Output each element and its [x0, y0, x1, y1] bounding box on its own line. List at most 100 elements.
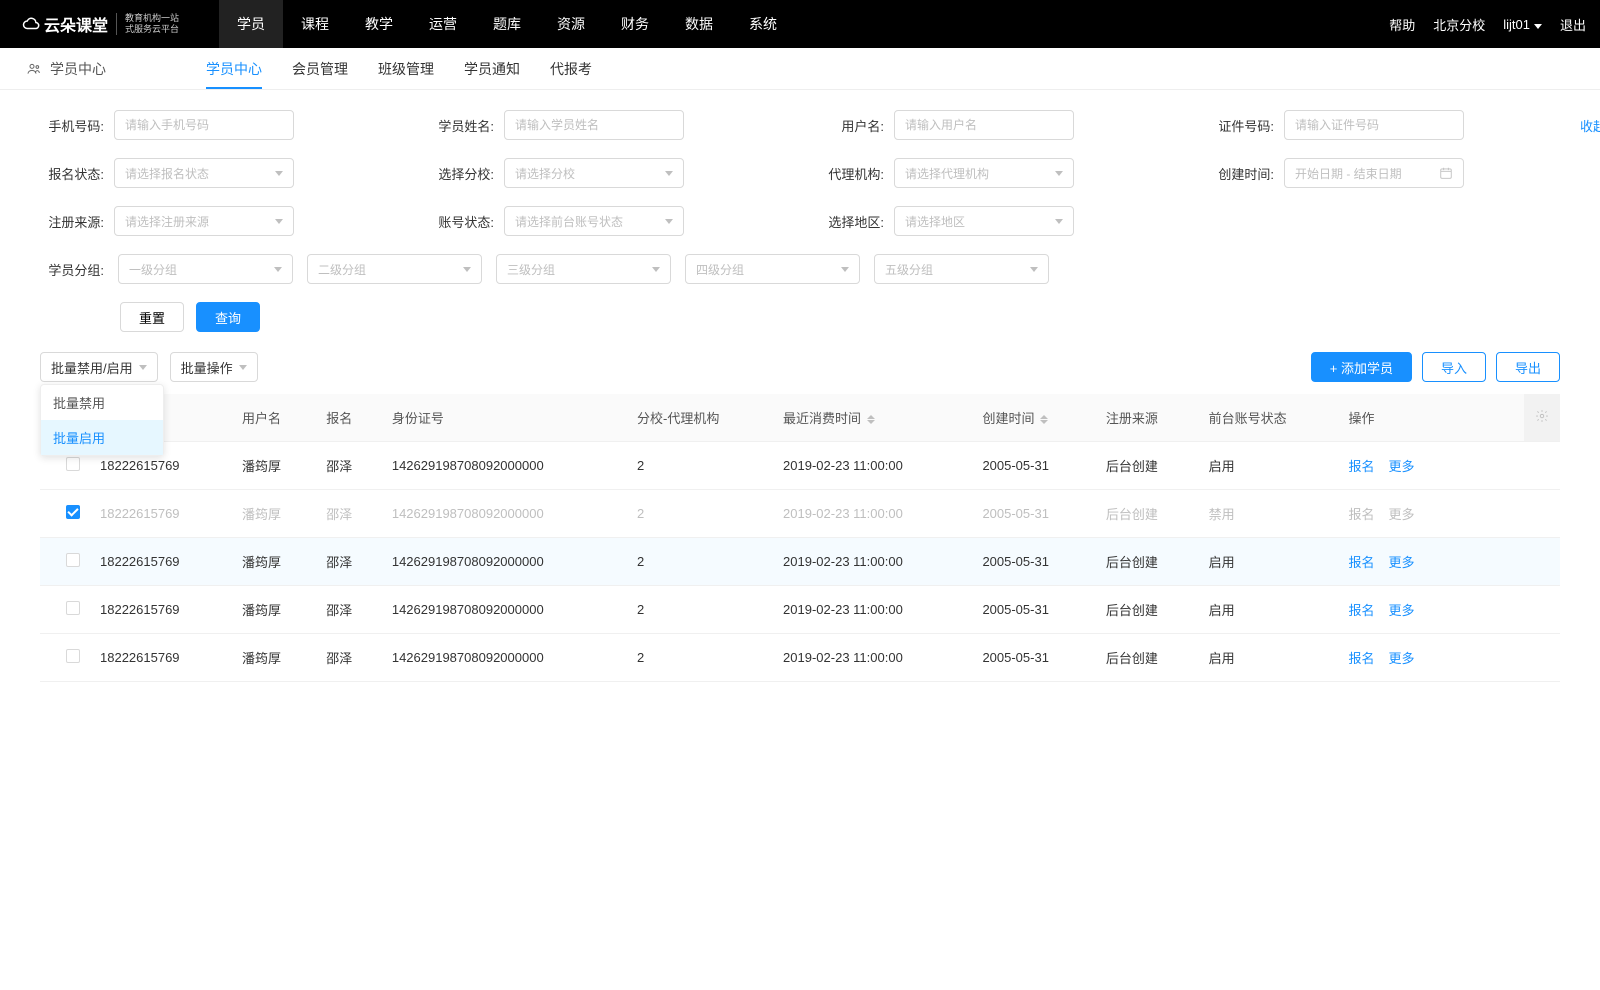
row-more-link[interactable]: 更多 [1388, 507, 1414, 522]
cell-ops: 报名更多 [1338, 442, 1524, 490]
row-checkbox[interactable] [66, 601, 80, 615]
nav-logout[interactable]: 退出 [1560, 15, 1586, 34]
branch-ph: 请选择分校 [515, 165, 575, 182]
enroll-select[interactable]: 请选择报名状态 [114, 158, 294, 188]
table-head: 手机号码 用户名 报名 身份证号 分校-代理机构 最近消费时间 创建时间 注册来… [40, 394, 1560, 442]
cell-branch: 2 [627, 490, 773, 538]
topnav-item-7[interactable]: 数据 [667, 0, 731, 48]
cell-ctime: 2005-05-31 [972, 634, 1095, 682]
branch-select[interactable]: 请选择分校 [504, 158, 684, 188]
chevron-down-icon [239, 365, 247, 370]
cell-status: 启用 [1199, 538, 1339, 586]
bulk-toggle-dropdown[interactable]: 批量禁用/启用 [40, 352, 158, 382]
cell-branch: 2 [627, 634, 773, 682]
nav-help[interactable]: 帮助 [1389, 15, 1415, 34]
group-select-1[interactable]: 一级分组 [118, 254, 293, 284]
subnav-tab-4[interactable]: 代报考 [550, 48, 592, 89]
topnav-item-8[interactable]: 系统 [731, 0, 795, 48]
ctime-datepicker[interactable]: 开始日期 - 结束日期 [1284, 158, 1464, 188]
group-select-5[interactable]: 五级分组 [874, 254, 1049, 284]
row-enroll-link[interactable]: 报名 [1348, 603, 1374, 618]
acct-select[interactable]: 请选择前台账号状态 [504, 206, 684, 236]
cell-branch: 2 [627, 442, 773, 490]
row-checkbox[interactable] [66, 553, 80, 567]
row-more-link[interactable]: 更多 [1388, 651, 1414, 666]
cell-user: 潘筠厚 [232, 490, 316, 538]
topnav-item-5[interactable]: 资源 [539, 0, 603, 48]
row-enroll-link[interactable]: 报名 [1348, 507, 1374, 522]
bulk-ops-dropdown[interactable]: 批量操作 [170, 352, 258, 382]
group-select-2[interactable]: 二级分组 [307, 254, 482, 284]
topnav-item-0[interactable]: 学员 [219, 0, 283, 48]
row-enroll-link[interactable]: 报名 [1348, 555, 1374, 570]
topnav-item-1[interactable]: 课程 [283, 0, 347, 48]
reg-select[interactable]: 请选择注册来源 [114, 206, 294, 236]
col-last-label: 最近消费时间 [783, 411, 861, 426]
import-button[interactable]: 导入 [1422, 352, 1486, 382]
table-toolbar: 批量禁用/启用 批量操作 批量禁用 批量启用 + 添加学员 导入 导出 [0, 348, 1600, 394]
bulk-toggle-label: 批量禁用/启用 [51, 358, 133, 377]
cell-enroll: 邵泽 [316, 490, 382, 538]
region-select[interactable]: 请选择地区 [894, 206, 1074, 236]
col-ctime[interactable]: 创建时间 [972, 394, 1095, 442]
menu-enable[interactable]: 批量启用 [41, 420, 163, 455]
subnav-tab-1[interactable]: 会员管理 [292, 48, 348, 89]
name-input[interactable] [504, 110, 684, 140]
col-branch[interactable]: 分校-代理机构 [627, 394, 773, 442]
filter-agency: 代理机构: 请选择代理机构 [820, 158, 1170, 188]
row-checkbox[interactable] [66, 457, 80, 471]
cell-src: 后台创建 [1096, 634, 1199, 682]
subnav-tab-2[interactable]: 班级管理 [378, 48, 434, 89]
reset-button[interactable]: 重置 [120, 302, 184, 332]
cell-ops: 报名更多 [1338, 490, 1524, 538]
filter-phone: 手机号码: [40, 110, 390, 140]
filter-enroll-label: 报名状态: [40, 164, 104, 183]
topnav-item-2[interactable]: 教学 [347, 0, 411, 48]
cell-id: 142629198708092000000 [382, 490, 627, 538]
row-checkbox[interactable] [66, 505, 80, 519]
col-user[interactable]: 用户名 [232, 394, 316, 442]
nav-user[interactable]: lijt01 [1503, 17, 1542, 32]
query-button[interactable]: 查询 [196, 302, 260, 332]
cell-status: 启用 [1199, 586, 1339, 634]
table-row: 18222615769潘筠厚邵泽142629198708092000000220… [40, 538, 1560, 586]
subnav-tab-3[interactable]: 学员通知 [464, 48, 520, 89]
row-enroll-link[interactable]: 报名 [1348, 651, 1374, 666]
idno-input[interactable] [1284, 110, 1464, 140]
topnav-item-4[interactable]: 题库 [475, 0, 539, 48]
col-enroll[interactable]: 报名 [316, 394, 382, 442]
row-more-link[interactable]: 更多 [1388, 555, 1414, 570]
row-enroll-link[interactable]: 报名 [1348, 459, 1374, 474]
agency-select[interactable]: 请选择代理机构 [894, 158, 1074, 188]
ctime-ph: 开始日期 - 结束日期 [1295, 165, 1402, 182]
filter-ctime-label: 创建时间: [1210, 164, 1274, 183]
nav-branch[interactable]: 北京分校 [1433, 15, 1485, 34]
cell-last: 2019-02-23 11:00:00 [773, 634, 972, 682]
menu-disable[interactable]: 批量禁用 [41, 385, 163, 420]
row-checkbox[interactable] [66, 649, 80, 663]
col-last[interactable]: 最近消费时间 [773, 394, 972, 442]
col-settings[interactable] [1524, 394, 1560, 442]
filter-branch: 选择分校: 请选择分校 [430, 158, 780, 188]
col-src[interactable]: 注册来源 [1096, 394, 1199, 442]
filter-enroll: 报名状态: 请选择报名状态 [40, 158, 390, 188]
collapse-toggle[interactable]: 收起 [1580, 116, 1600, 135]
row-more-link[interactable]: 更多 [1388, 603, 1414, 618]
col-id[interactable]: 身份证号 [382, 394, 627, 442]
topnav-item-3[interactable]: 运营 [411, 0, 475, 48]
table-row: 18222615769潘筠厚邵泽142629198708092000000220… [40, 586, 1560, 634]
agency-ph: 请选择代理机构 [905, 165, 989, 182]
col-status[interactable]: 前台账号状态 [1199, 394, 1339, 442]
export-button[interactable]: 导出 [1496, 352, 1560, 382]
subnav-tab-0[interactable]: 学员中心 [206, 48, 262, 89]
topnav-item-6[interactable]: 财务 [603, 0, 667, 48]
row-more-link[interactable]: 更多 [1388, 459, 1414, 474]
group-select-3[interactable]: 三级分组 [496, 254, 671, 284]
cell-ctime: 2005-05-31 [972, 586, 1095, 634]
add-student-button[interactable]: + 添加学员 [1311, 352, 1412, 382]
group-select-4[interactable]: 四级分组 [685, 254, 860, 284]
user-input[interactable] [894, 110, 1074, 140]
cell-phone: 18222615769 [90, 634, 232, 682]
phone-input[interactable] [114, 110, 294, 140]
cell-phone: 18222615769 [90, 538, 232, 586]
